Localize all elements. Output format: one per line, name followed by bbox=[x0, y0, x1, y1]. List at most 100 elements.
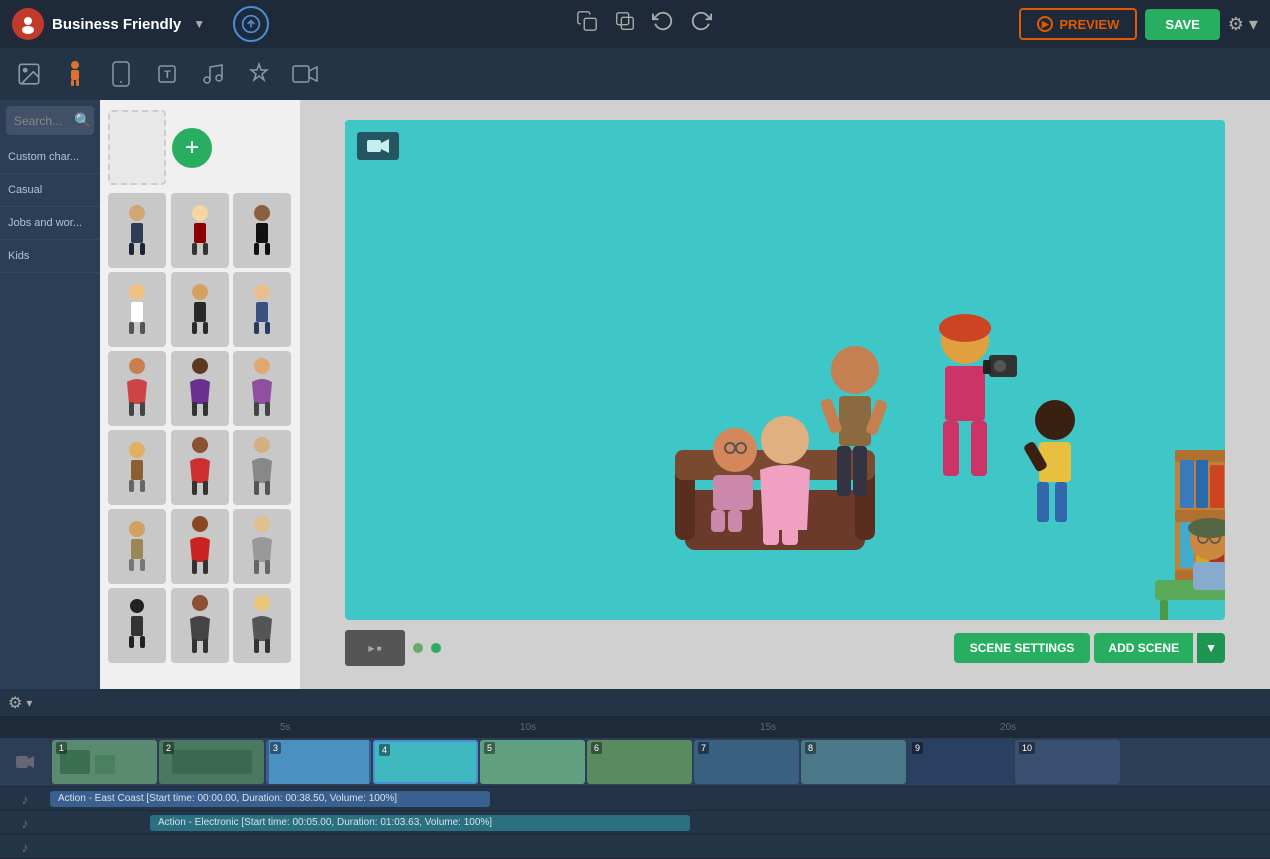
character-grid bbox=[100, 189, 300, 667]
char-cell[interactable] bbox=[171, 509, 229, 584]
timeline-thumbnails: 1 2 3 4 5 bbox=[50, 738, 1122, 786]
add-character-button[interactable]: + bbox=[172, 128, 212, 168]
main-content: 🔍 Custom char... Casual Jobs and wor... … bbox=[0, 100, 1270, 689]
timeline-video-icon bbox=[0, 755, 50, 769]
scene-canvas bbox=[345, 120, 1225, 620]
sidebar-item-casual[interactable]: Casual bbox=[0, 174, 100, 207]
sidebar-item-kids[interactable]: Kids bbox=[0, 240, 100, 273]
char-cell[interactable] bbox=[233, 588, 291, 663]
audio-icon-3: ♪ bbox=[0, 839, 50, 855]
copy-button[interactable] bbox=[576, 10, 598, 38]
audio-row-2: ♪ Action - Electronic [Start time: 00:05… bbox=[0, 811, 1270, 835]
char-panel-header: + bbox=[100, 100, 300, 189]
sidebar-item-custom[interactable]: Custom char... bbox=[0, 141, 100, 174]
char-cell[interactable] bbox=[108, 351, 166, 426]
char-cell[interactable] bbox=[108, 509, 166, 584]
audio-row-1: ♪ Action - East Coast [Start time: 00:00… bbox=[0, 787, 1270, 811]
scene-action-buttons: SCENE SETTINGS ADD SCENE ▼ bbox=[954, 633, 1225, 663]
timeline-thumb-6[interactable]: 6 bbox=[587, 740, 692, 784]
canvas-controls: ▶ ■ SCENE SETTINGS ADD SCENE ▼ bbox=[345, 630, 1225, 666]
audio-tracks: ♪ Action - East Coast [Start time: 00:00… bbox=[0, 787, 1270, 859]
top-bar-right: ▶ PREVIEW SAVE ⚙ ▾ bbox=[1019, 8, 1258, 40]
char-placeholder-cell bbox=[108, 110, 166, 185]
zoom-dot-inactive bbox=[413, 643, 423, 653]
redo-button[interactable] bbox=[690, 10, 712, 38]
char-cell[interactable] bbox=[233, 430, 291, 505]
audio-icon-1: ♪ bbox=[0, 791, 50, 807]
ruler-mark-15s: 15s bbox=[760, 722, 776, 733]
char-cell[interactable] bbox=[171, 272, 229, 347]
zoom-controls bbox=[413, 643, 441, 653]
char-cell[interactable] bbox=[108, 430, 166, 505]
scene-settings-button[interactable]: SCENE SETTINGS bbox=[954, 633, 1091, 663]
timeline: ⚙ ▾ 5s 10s 15s 20s 1 2 3 bbox=[0, 689, 1270, 859]
save-button[interactable]: SAVE bbox=[1145, 9, 1219, 40]
character-panel: + bbox=[100, 100, 300, 689]
char-cell[interactable] bbox=[233, 193, 291, 268]
tool-bar: T bbox=[0, 48, 1270, 100]
upload-button[interactable] bbox=[233, 6, 269, 42]
audio-bar-1[interactable]: Action - East Coast [Start time: 00:00.0… bbox=[50, 791, 490, 807]
tool-text[interactable]: T bbox=[146, 53, 188, 95]
char-cell[interactable] bbox=[108, 272, 166, 347]
preview-button[interactable]: ▶ PREVIEW bbox=[1019, 8, 1137, 40]
sidebar: 🔍 Custom char... Casual Jobs and wor... … bbox=[0, 100, 100, 689]
project-dropdown-arrow[interactable]: ▼ bbox=[193, 17, 205, 31]
timeline-thumb-3[interactable]: 3 bbox=[266, 740, 371, 784]
char-cell[interactable] bbox=[171, 588, 229, 663]
svg-text:T: T bbox=[164, 69, 171, 81]
ruler-mark-5s: 5s bbox=[280, 722, 291, 733]
timeline-thumb-10[interactable]: 10 bbox=[1015, 740, 1120, 784]
paste-button[interactable] bbox=[614, 10, 636, 38]
sidebar-item-jobs[interactable]: Jobs and wor... bbox=[0, 207, 100, 240]
timeline-ruler: 5s 10s 15s 20s bbox=[0, 717, 1270, 738]
tool-music[interactable] bbox=[192, 53, 234, 95]
timeline-thumb-1[interactable]: 1 bbox=[52, 740, 157, 784]
tool-image[interactable] bbox=[8, 53, 50, 95]
avatar bbox=[12, 8, 44, 40]
scene-thumbnail-preview[interactable]: ▶ ■ bbox=[345, 630, 405, 666]
audio-row-3: ♪ bbox=[0, 835, 1270, 859]
timeline-toolbar: ⚙ ▾ bbox=[0, 689, 1270, 717]
search-input[interactable] bbox=[14, 114, 74, 128]
canvas-area: ▶ ■ SCENE SETTINGS ADD SCENE ▼ bbox=[300, 100, 1270, 689]
char-cell[interactable] bbox=[233, 509, 291, 584]
tool-effects[interactable] bbox=[238, 53, 280, 95]
ruler-mark-10s: 10s bbox=[520, 722, 536, 733]
audio-icon-2: ♪ bbox=[0, 815, 50, 831]
timeline-thumb-2[interactable]: 2 bbox=[159, 740, 264, 784]
timeline-thumb-4[interactable]: 4 bbox=[373, 740, 478, 784]
audio-bar-2[interactable]: Action - Electronic [Start time: 00:05.0… bbox=[150, 815, 690, 831]
timeline-scenes-row: 1 2 3 4 5 bbox=[0, 738, 1270, 787]
tool-video[interactable] bbox=[284, 53, 326, 95]
top-bar-left: Business Friendly ▼ bbox=[12, 6, 269, 42]
add-scene-button[interactable]: ADD SCENE bbox=[1094, 633, 1193, 663]
project-name: Business Friendly bbox=[52, 16, 181, 33]
timeline-thumb-9[interactable]: 9 bbox=[908, 740, 1013, 784]
timeline-thumb-8[interactable]: 8 bbox=[801, 740, 906, 784]
char-cell[interactable] bbox=[171, 430, 229, 505]
top-bar-center bbox=[576, 10, 712, 38]
undo-button[interactable] bbox=[652, 10, 674, 38]
preview-play-icon: ▶ bbox=[1037, 16, 1053, 32]
char-cell[interactable] bbox=[233, 351, 291, 426]
char-cell[interactable] bbox=[108, 193, 166, 268]
scene-svg bbox=[345, 120, 1225, 620]
tool-device[interactable] bbox=[100, 53, 142, 95]
settings-button[interactable]: ⚙ ▾ bbox=[1228, 14, 1258, 35]
timeline-gear-icon[interactable]: ⚙ bbox=[8, 693, 22, 713]
add-scene-dropdown-button[interactable]: ▼ bbox=[1197, 633, 1225, 663]
tool-character[interactable] bbox=[54, 53, 96, 95]
search-icon[interactable]: 🔍 bbox=[74, 112, 91, 129]
timeline-thumb-5[interactable]: 5 bbox=[480, 740, 585, 784]
zoom-dot-active bbox=[431, 643, 441, 653]
top-bar: Business Friendly ▼ ▶ PREVIEW SAVE ⚙ ▾ bbox=[0, 0, 1270, 48]
char-cell[interactable] bbox=[233, 272, 291, 347]
timeline-thumb-7[interactable]: 7 bbox=[694, 740, 799, 784]
ruler-mark-20s: 20s bbox=[1000, 722, 1016, 733]
char-cell[interactable] bbox=[171, 351, 229, 426]
char-cell[interactable] bbox=[171, 193, 229, 268]
search-box[interactable]: 🔍 bbox=[6, 106, 94, 135]
char-cell[interactable] bbox=[108, 588, 166, 663]
timeline-gear-dropdown[interactable]: ▾ bbox=[26, 696, 32, 710]
